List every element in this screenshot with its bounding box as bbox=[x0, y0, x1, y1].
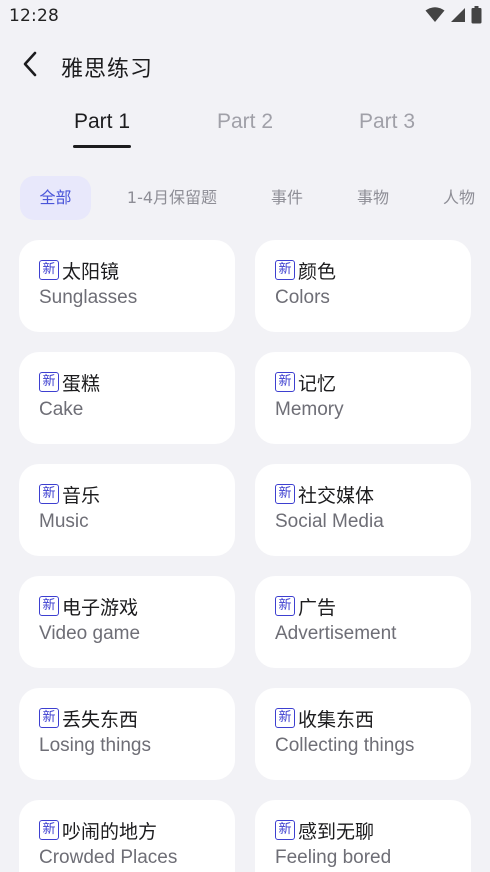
new-badge: 新 bbox=[39, 372, 59, 392]
topic-title-zh: 音乐 bbox=[62, 484, 101, 507]
topic-zh-row: 新 社交媒体 bbox=[275, 482, 375, 507]
part-tabs: Part 1 Part 2 Part 3 bbox=[0, 104, 490, 154]
topic-card[interactable]: 新 音乐 Music bbox=[19, 464, 235, 556]
back-button[interactable] bbox=[14, 50, 46, 82]
topic-title-zh: 太阳镜 bbox=[62, 260, 120, 283]
battery-icon bbox=[471, 6, 482, 28]
chip-retained-topics[interactable]: 1-4月保留题 bbox=[112, 176, 232, 220]
topic-card[interactable]: 新 丢失东西 Losing things bbox=[19, 688, 235, 780]
new-badge: 新 bbox=[275, 708, 295, 728]
topic-title-en: Sunglasses bbox=[39, 287, 138, 308]
topic-zh-row: 新 收集东西 bbox=[275, 706, 375, 731]
topic-title-en: Crowded Places bbox=[39, 847, 178, 868]
new-badge: 新 bbox=[275, 820, 295, 840]
topic-zh-row: 新 太阳镜 bbox=[39, 258, 120, 283]
topic-title-zh: 电子游戏 bbox=[62, 596, 139, 619]
active-tab-indicator bbox=[73, 145, 131, 148]
new-badge: 新 bbox=[275, 372, 295, 392]
topic-card[interactable]: 新 吵闹的地方 Crowded Places bbox=[19, 800, 235, 872]
topic-card[interactable]: 新 颜色 Colors bbox=[255, 240, 471, 332]
topic-zh-row: 新 颜色 bbox=[275, 258, 337, 283]
topic-title-zh: 丢失东西 bbox=[62, 708, 139, 731]
topic-zh-row: 新 广告 bbox=[275, 594, 337, 619]
topic-title-zh: 记忆 bbox=[298, 372, 337, 395]
topic-card[interactable]: 新 社交媒体 Social Media bbox=[255, 464, 471, 556]
topic-zh-row: 新 蛋糕 bbox=[39, 370, 101, 395]
topic-card[interactable]: 新 广告 Advertisement bbox=[255, 576, 471, 668]
topic-title-en: Colors bbox=[275, 287, 330, 308]
status-icons bbox=[425, 6, 482, 28]
topic-title-en: Feeling bored bbox=[275, 847, 392, 868]
topic-card[interactable]: 新 太阳镜 Sunglasses bbox=[19, 240, 235, 332]
topic-title-zh: 颜色 bbox=[298, 260, 337, 283]
topic-title-en: Collecting things bbox=[275, 735, 415, 756]
chip-all[interactable]: 全部 bbox=[20, 176, 91, 220]
topic-title-zh: 感到无聊 bbox=[298, 820, 375, 843]
topic-zh-row: 新 电子游戏 bbox=[39, 594, 139, 619]
topic-zh-row: 新 音乐 bbox=[39, 482, 101, 507]
topic-card[interactable]: 新 蛋糕 Cake bbox=[19, 352, 235, 444]
signal-icon bbox=[450, 7, 466, 27]
status-time: 12:28 bbox=[9, 6, 59, 26]
topic-title-en: Memory bbox=[275, 399, 344, 420]
topic-title-en: Cake bbox=[39, 399, 84, 420]
topic-zh-row: 新 吵闹的地方 bbox=[39, 818, 158, 843]
topic-card[interactable]: 新 收集东西 Collecting things bbox=[255, 688, 471, 780]
new-badge: 新 bbox=[275, 596, 295, 616]
chevron-left-icon bbox=[21, 51, 39, 81]
new-badge: 新 bbox=[39, 708, 59, 728]
topic-title-zh: 吵闹的地方 bbox=[62, 820, 158, 843]
status-bar: 12:28 bbox=[0, 0, 490, 34]
tab-part-2[interactable]: Part 2 bbox=[185, 110, 305, 134]
new-badge: 新 bbox=[39, 260, 59, 280]
topic-card[interactable]: 新 感到无聊 Feeling bored bbox=[255, 800, 471, 872]
topic-title-en: Advertisement bbox=[275, 623, 397, 644]
topic-title-zh: 广告 bbox=[298, 596, 337, 619]
tab-part-1[interactable]: Part 1 bbox=[42, 110, 162, 134]
topic-title-en: Losing things bbox=[39, 735, 151, 756]
topic-zh-row: 新 感到无聊 bbox=[275, 818, 375, 843]
topic-card[interactable]: 新 记忆 Memory bbox=[255, 352, 471, 444]
category-filter-bar[interactable]: 全部 1-4月保留题 事件 事物 人物 bbox=[0, 176, 490, 220]
new-badge: 新 bbox=[39, 484, 59, 504]
header: 雅思练习 bbox=[0, 42, 490, 90]
tab-part-3[interactable]: Part 3 bbox=[327, 110, 447, 134]
chip-things[interactable]: 事物 bbox=[344, 176, 402, 220]
chip-events[interactable]: 事件 bbox=[258, 176, 316, 220]
new-badge: 新 bbox=[39, 820, 59, 840]
topic-title-zh: 蛋糕 bbox=[62, 372, 101, 395]
new-badge: 新 bbox=[39, 596, 59, 616]
topic-card[interactable]: 新 电子游戏 Video game bbox=[19, 576, 235, 668]
topic-title-zh: 收集东西 bbox=[298, 708, 375, 731]
topic-title-zh: 社交媒体 bbox=[298, 484, 375, 507]
topic-title-en: Music bbox=[39, 511, 89, 532]
page-title: 雅思练习 bbox=[61, 57, 154, 82]
topic-zh-row: 新 记忆 bbox=[275, 370, 337, 395]
new-badge: 新 bbox=[275, 260, 295, 280]
new-badge: 新 bbox=[275, 484, 295, 504]
topic-title-en: Video game bbox=[39, 623, 141, 644]
topic-zh-row: 新 丢失东西 bbox=[39, 706, 139, 731]
topic-title-en: Social Media bbox=[275, 511, 384, 532]
chip-people[interactable]: 人物 bbox=[430, 176, 488, 220]
wifi-icon bbox=[425, 7, 445, 27]
